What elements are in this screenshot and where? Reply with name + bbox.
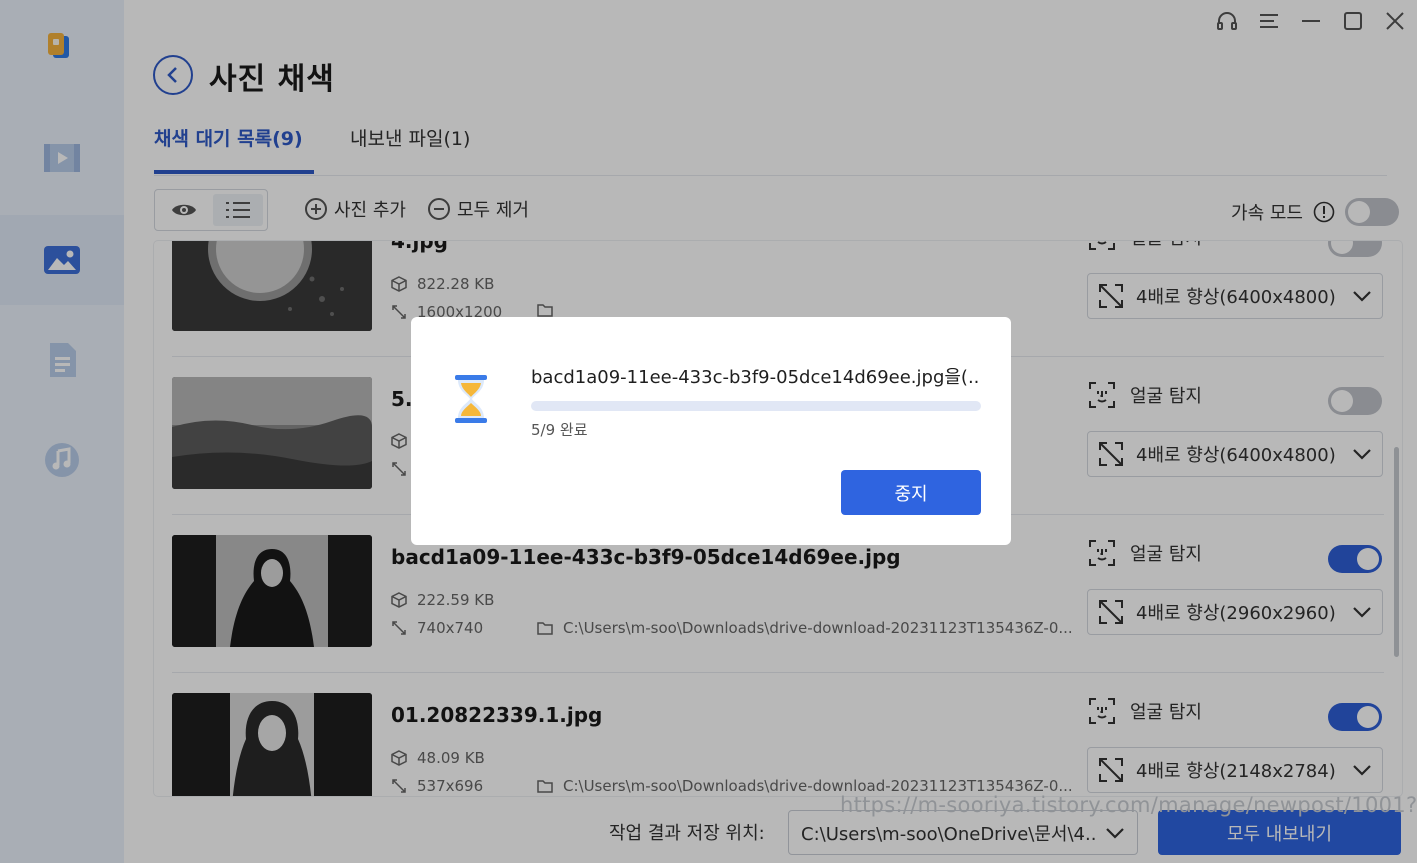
progress-dialog: bacd1a09-11ee-433c-b3f9-05dce14d69ee.jpg… [411, 317, 1011, 545]
dialog-message: bacd1a09-11ee-433c-b3f9-05dce14d69ee.jpg… [531, 367, 981, 388]
hourglass-icon [449, 373, 493, 425]
progress-bar [531, 401, 981, 411]
progress-status: 5/9 완료 [531, 421, 588, 439]
stop-button[interactable]: 중지 [841, 470, 981, 515]
